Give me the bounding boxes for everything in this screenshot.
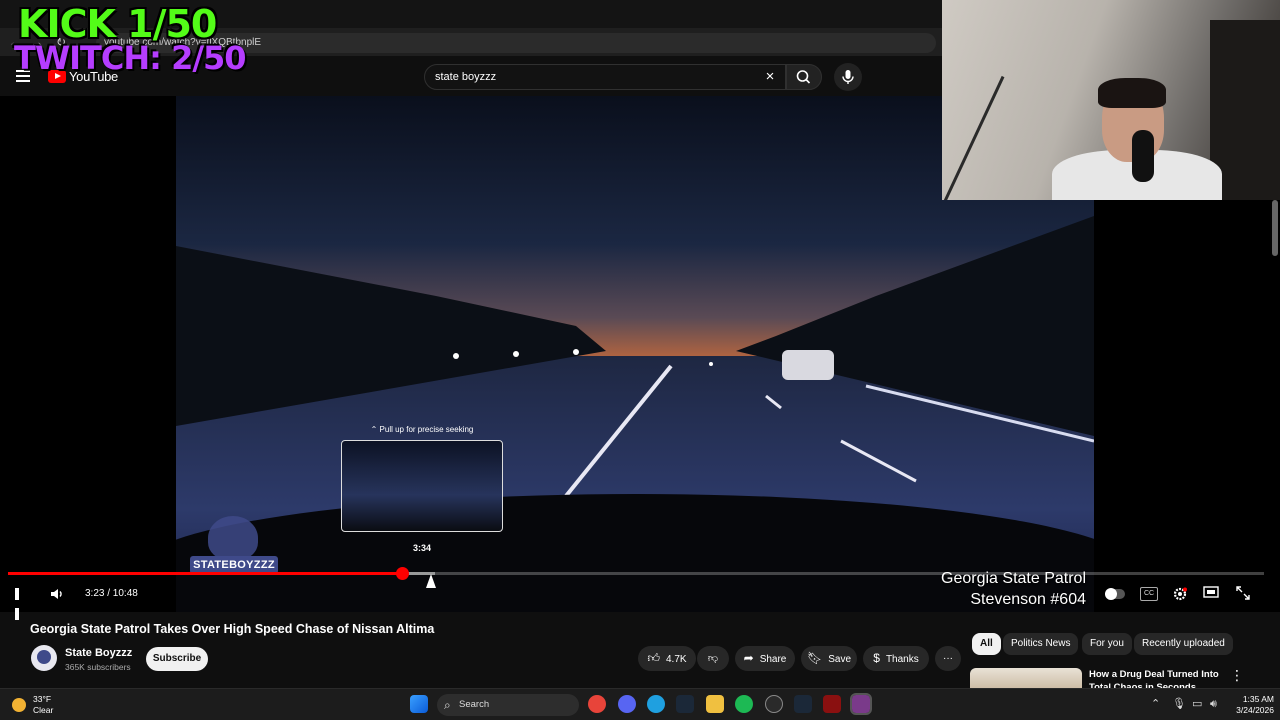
clock-time: 1:35 AM [1242, 694, 1274, 704]
chip-for-you[interactable]: For you [1082, 633, 1132, 655]
more-actions-button[interactable]: ··· [935, 646, 961, 671]
gear-icon [1173, 587, 1187, 601]
theater-icon [1203, 586, 1219, 598]
tray-microphone-icon[interactable]: 🎙︎ [1172, 698, 1186, 710]
edge-icon[interactable] [647, 695, 665, 713]
save-label: Save [828, 654, 852, 665]
mic-arm [942, 75, 1005, 200]
subscriber-count: 365K subscribers [65, 662, 131, 672]
theater-mode-icon[interactable] [1202, 586, 1220, 602]
windows-taskbar: 33°F Clear Search ⌃ 🎙︎ ▭ 🔊︎ 1:35 AM 3/24… [0, 688, 1280, 720]
streamer-webcam [942, 0, 1280, 200]
bookmark-icon: 🔖︎ [806, 651, 823, 665]
like-count: 4.7K [665, 654, 687, 665]
search-input[interactable]: state boyzzz [424, 64, 786, 90]
volume-icon [51, 589, 62, 599]
clear-search-icon[interactable]: × [762, 64, 778, 90]
tray-chevron-icon[interactable]: ⌃ [1151, 698, 1160, 710]
video-title: Georgia State Patrol Takes Over High Spe… [30, 622, 435, 636]
steam-big-picture-icon[interactable] [794, 695, 812, 713]
weather-condition: Clear [33, 705, 54, 715]
like-button[interactable]: 👍︎ 4.7K [638, 646, 696, 671]
seek-hint: ⌃ Pull up for precise seeking [341, 425, 503, 434]
voice-search-button[interactable] [834, 63, 862, 91]
settings-gear-icon[interactable] [1171, 586, 1189, 602]
screen: ← → ↻ youtube.com/watch?v=tlXQBtbnplE Yo… [0, 0, 1280, 720]
file-explorer-icon[interactable] [706, 695, 724, 713]
chip-all[interactable]: All [972, 633, 1001, 655]
share-icon: ➦ [743, 651, 754, 665]
thanks-button[interactable]: $ Thanks [863, 646, 929, 671]
chip-politics-news[interactable]: Politics News [1003, 633, 1079, 655]
pause-icon [15, 587, 22, 624]
seek-hint-text: Pull up for precise seeking [379, 425, 474, 434]
mouse-cursor-icon [426, 574, 436, 588]
share-label: Share [759, 654, 787, 665]
save-button[interactable]: 🔖︎ Save [801, 646, 857, 671]
taskbar-search[interactable]: Search [437, 694, 579, 716]
chrome-icon[interactable] [588, 695, 606, 713]
autoplay-toggle-icon[interactable] [1105, 588, 1125, 600]
subtitles-icon[interactable]: CC [1140, 587, 1158, 601]
thanks-icon: $ [873, 651, 880, 665]
microphone-icon [842, 70, 854, 84]
clock-date: 3/24/2026 [1236, 705, 1274, 715]
seek-preview-time: 3:34 [412, 543, 431, 553]
share-button[interactable]: ➦ Share [735, 646, 795, 671]
dislike-button[interactable]: 👎︎ [697, 646, 729, 671]
twitch-goal-overlay: TWITCH: 2/50 [14, 39, 247, 77]
moon-weather-icon [12, 698, 26, 712]
time-display: 3:23 / 10:48 [85, 588, 138, 599]
subscribe-button[interactable]: Subscribe [146, 647, 208, 671]
expand-icon [1236, 586, 1250, 600]
watermark-hat-logo [208, 516, 258, 560]
chip-recently-uploaded[interactable]: Recently uploaded [1134, 633, 1233, 655]
pause-button[interactable] [15, 585, 27, 620]
progress-bar[interactable] [8, 567, 1264, 580]
temperature: 33°F [33, 694, 52, 704]
thanks-label: Thanks [885, 654, 919, 665]
channel-name[interactable]: State Boyzzz [65, 647, 132, 659]
microphone [1132, 130, 1154, 182]
more-vertical-icon[interactable]: ⋮ [1230, 668, 1244, 682]
discord-icon[interactable] [618, 695, 636, 713]
streamer-hair [1098, 78, 1166, 108]
search-icon [796, 70, 811, 84]
kick-goal-overlay: KICK 1/50 [18, 2, 217, 46]
windows-start-icon[interactable] [410, 695, 428, 713]
obs-icon[interactable] [850, 693, 872, 715]
steam-icon[interactable] [676, 695, 694, 713]
more-horizontal-icon: ··· [943, 653, 953, 664]
fullscreen-icon[interactable] [1234, 586, 1252, 602]
progress-played [8, 572, 403, 575]
github-icon[interactable] [765, 695, 783, 713]
seek-preview-thumbnail [341, 440, 503, 532]
mute-button[interactable] [48, 585, 66, 603]
app-icon[interactable] [823, 695, 841, 713]
system-clock[interactable]: 1:35 AM 3/24/2026 [1230, 694, 1274, 716]
channel-avatar[interactable] [31, 645, 57, 671]
search-button[interactable] [786, 64, 822, 90]
tray-network-icon[interactable]: ▭ [1192, 698, 1202, 710]
weather-widget[interactable]: 33°F Clear [33, 694, 53, 716]
page-scrollbar[interactable] [1272, 200, 1278, 256]
thumbs-up-icon: 👍︎ [647, 651, 660, 665]
player-background-left [0, 96, 176, 612]
channel-watermark[interactable]: STATEBOYZZZ [190, 514, 280, 600]
chevron-up-icon: ⌃ [370, 425, 380, 434]
thumbs-down-icon: 👎︎ [707, 653, 719, 664]
tray-volume-icon[interactable]: 🔊︎ [1210, 698, 1217, 710]
caption-line-2: Stevenson #604 [970, 591, 1086, 608]
player-background-right [1094, 200, 1280, 612]
spotify-icon[interactable] [735, 695, 753, 713]
